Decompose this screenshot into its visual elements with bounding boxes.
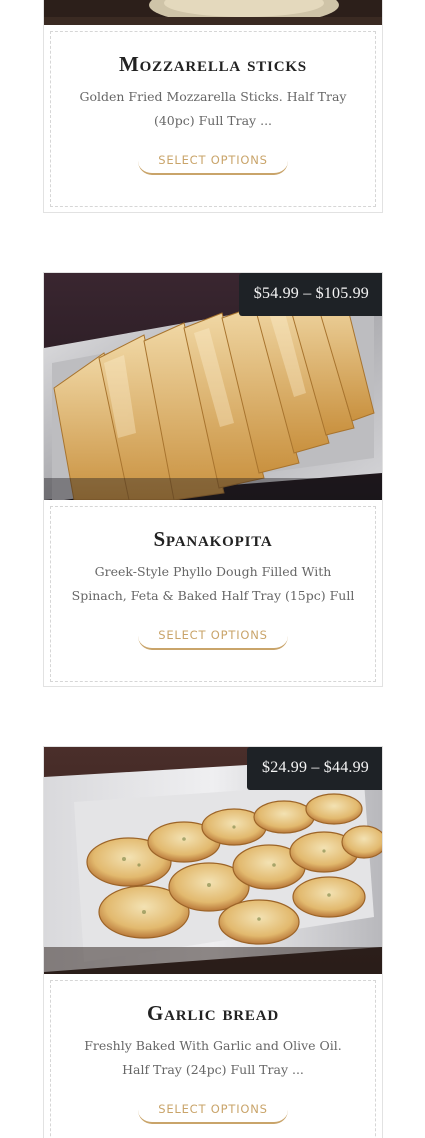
product-card-spanakopita: $54.99 – $105.99 Spanakopita Greek-Style… — [43, 272, 383, 687]
product-grid: Mozzarella sticks Golden Fried Mozzarell… — [0, 0, 425, 1138]
select-options-button[interactable]: SELECT OPTIONS — [138, 1102, 288, 1124]
product-info: Spanakopita Greek-Style Phyllo Dough Fil… — [50, 506, 376, 682]
select-options-button[interactable]: SELECT OPTIONS — [138, 153, 288, 175]
product-description: Freshly Baked With Garlic and Olive Oil.… — [84, 1038, 342, 1077]
product-image[interactable] — [44, 0, 382, 25]
product-title[interactable]: Garlic bread — [51, 1001, 375, 1026]
price-badge: $24.99 – $44.99 — [247, 747, 382, 790]
product-info: Garlic bread Freshly Baked With Garlic a… — [50, 980, 376, 1138]
product-description: Golden Fried Mozzarella Sticks. Half Tra… — [79, 89, 347, 128]
product-description: Greek-Style Phyllo Dough Filled With Spi… — [71, 564, 355, 603]
price-badge: $54.99 – $105.99 — [238, 273, 382, 316]
product-card-garlic-bread: $24.99 – $44.99 Garlic bread Freshly Bak… — [43, 746, 383, 1138]
product-image[interactable]: $24.99 – $44.99 — [44, 747, 382, 974]
product-image[interactable]: $54.99 – $105.99 — [44, 273, 382, 500]
product-card-mozzarella-sticks: Mozzarella sticks Golden Fried Mozzarell… — [43, 0, 383, 213]
product-title[interactable]: Spanakopita — [51, 527, 375, 552]
product-title[interactable]: Mozzarella sticks — [51, 52, 375, 77]
product-info: Mozzarella sticks Golden Fried Mozzarell… — [50, 31, 376, 207]
select-options-button[interactable]: SELECT OPTIONS — [138, 628, 288, 650]
